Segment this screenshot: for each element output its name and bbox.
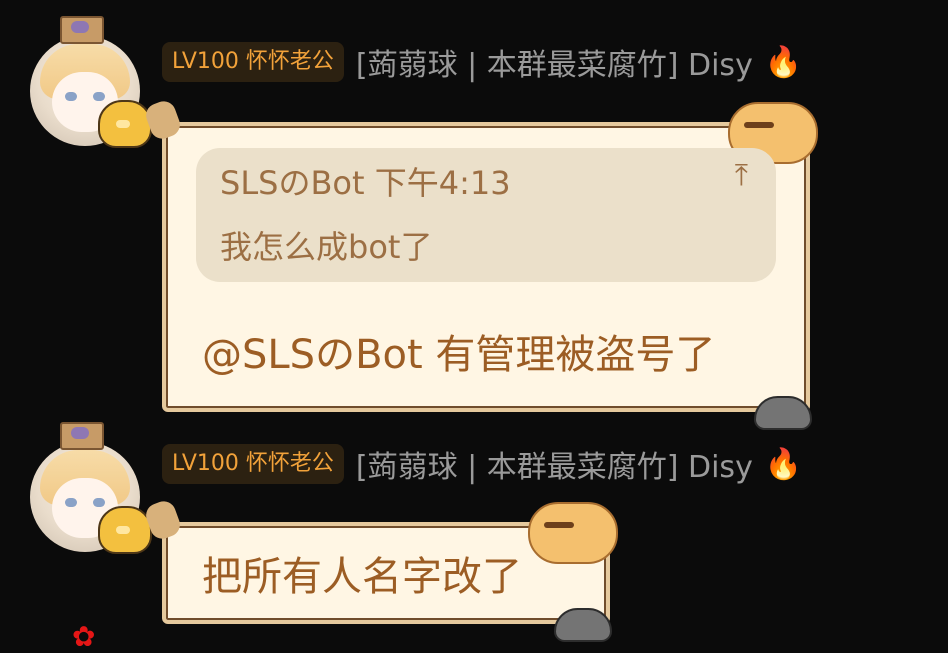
fire-icon: 🔥: [764, 446, 803, 482]
bubble-seed-decoration-icon: [554, 608, 612, 642]
quoted-time: 下午4:13: [374, 164, 511, 202]
message-bubble-2[interactable]: 把所有人名字改了: [142, 497, 618, 642]
bubble-seed-decoration-icon: [754, 396, 812, 430]
level-badge[interactable]: LV100 怀怀老公: [162, 42, 344, 82]
bubble-tiger-decoration-icon: [528, 502, 618, 564]
quoted-sender: SLSのBot: [220, 164, 365, 202]
avatar-box-decoration-icon: [60, 16, 104, 44]
message-bubble-1[interactable]: SLSのBot 下午4:13 ⤒ 我怎么成bot了 @SLSのBot 有管理被盗…: [142, 97, 818, 430]
quoted-header: SLSのBot 下午4:13: [220, 158, 511, 204]
message-text: 把所有人名字改了: [202, 554, 522, 600]
quoted-message[interactable]: SLSのBot 下午4:13 ⤒ 我怎么成bot了: [196, 148, 776, 282]
message-meta-1: LV100 怀怀老公 [蒟蒻球 | 本群最菜腐竹] Disy 🔥: [162, 40, 803, 84]
sender-nickname[interactable]: [蒟蒻球 | 本群最菜腐竹] Disy: [356, 442, 753, 486]
avatar-bear-decoration-icon: [98, 100, 152, 148]
avatar-box-decoration-icon: [60, 422, 104, 450]
flower-icon: ✿: [72, 620, 96, 653]
avatar-2[interactable]: [30, 422, 152, 562]
quoted-text: 我怎么成bot了: [220, 228, 433, 266]
level-badge[interactable]: LV100 怀怀老公: [162, 444, 344, 484]
avatar-bear-decoration-icon: [98, 506, 152, 554]
jump-to-original-icon[interactable]: ⤒: [735, 158, 748, 193]
message-meta-2: LV100 怀怀老公 [蒟蒻球 | 本群最菜腐竹] Disy 🔥: [162, 442, 803, 486]
message-text: @SLSのBot 有管理被盗号了: [202, 332, 716, 378]
fire-icon: 🔥: [764, 44, 803, 80]
sender-nickname[interactable]: [蒟蒻球 | 本群最菜腐竹] Disy: [356, 40, 753, 84]
avatar-1[interactable]: [30, 16, 152, 156]
